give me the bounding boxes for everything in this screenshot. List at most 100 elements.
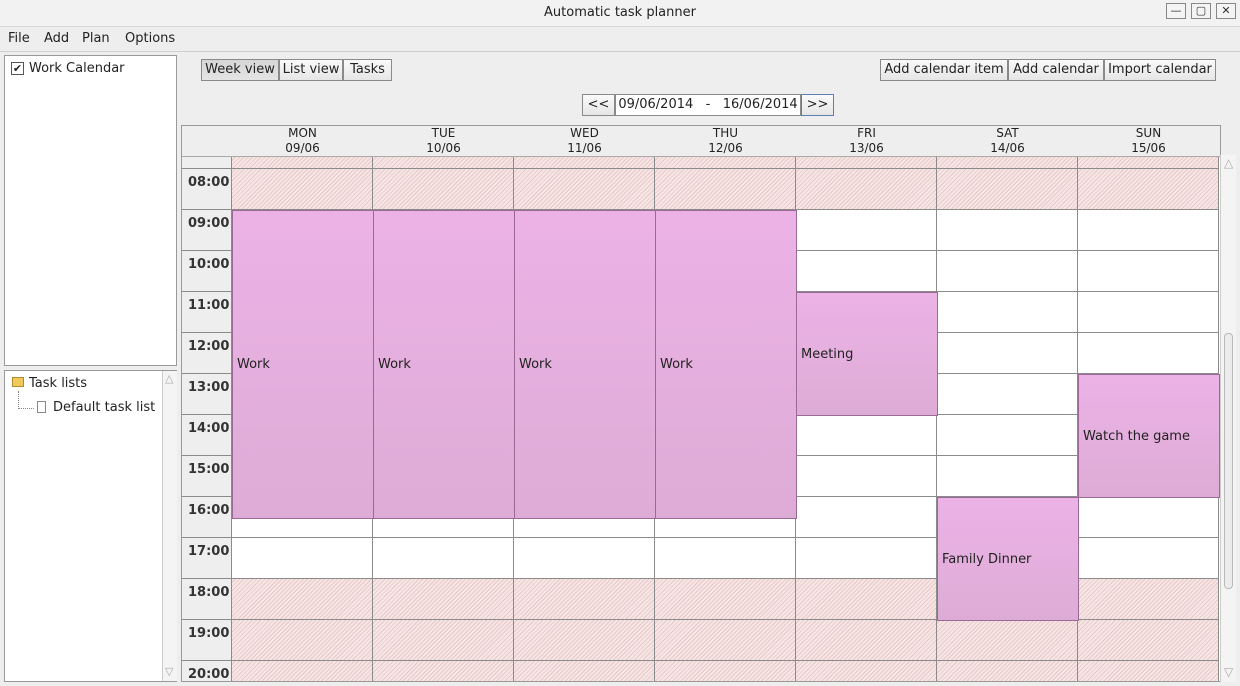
time-slot[interactable] <box>655 661 796 681</box>
time-slot[interactable] <box>1078 497 1219 538</box>
time-slot[interactable] <box>1078 579 1219 620</box>
tab-list-view[interactable]: List view <box>279 59 343 81</box>
time-slot[interactable] <box>1078 538 1219 579</box>
day-name: WED <box>570 126 599 140</box>
next-week-button[interactable]: >> <box>801 94 834 116</box>
time-slot[interactable] <box>937 210 1078 251</box>
time-slot[interactable] <box>937 251 1078 292</box>
maximize-button[interactable]: ▢ <box>1191 3 1211 19</box>
calendar-event[interactable]: Family Dinner <box>937 497 1079 621</box>
calendar-event[interactable]: Meeting <box>796 292 938 416</box>
time-slot[interactable] <box>937 374 1078 415</box>
calendar-event[interactable]: Work <box>655 210 797 519</box>
minimize-button[interactable]: — <box>1166 3 1186 19</box>
time-slot[interactable] <box>655 157 796 169</box>
time-slot[interactable] <box>514 620 655 661</box>
time-slot[interactable] <box>796 538 937 579</box>
time-slot[interactable] <box>1078 333 1219 374</box>
time-slot[interactable] <box>514 169 655 210</box>
time-slot[interactable] <box>937 292 1078 333</box>
scroll-down-icon[interactable]: ▽ <box>1224 665 1233 679</box>
time-slot[interactable] <box>232 661 373 681</box>
time-slot[interactable] <box>796 169 937 210</box>
time-slot[interactable] <box>232 538 373 579</box>
work-calendar-checkbox[interactable]: ✔ <box>11 62 24 75</box>
scroll-up-icon[interactable]: △ <box>1224 156 1233 170</box>
calendar-event[interactable]: Watch the game <box>1078 374 1220 498</box>
day-name: TUE <box>431 126 456 140</box>
time-slot[interactable] <box>937 169 1078 210</box>
time-slot[interactable] <box>514 157 655 169</box>
scroll-down-icon[interactable]: ▽ <box>165 665 173 678</box>
tab-tasks[interactable]: Tasks <box>343 59 392 81</box>
time-slot[interactable] <box>232 157 373 169</box>
time-slot[interactable] <box>232 169 373 210</box>
time-slot[interactable] <box>655 579 796 620</box>
day-header: FRI 13/06 <box>796 126 937 156</box>
time-slot[interactable] <box>373 579 514 620</box>
time-slot[interactable] <box>1078 169 1219 210</box>
time-slot[interactable] <box>937 661 1078 681</box>
time-slot[interactable] <box>232 620 373 661</box>
time-slot[interactable] <box>373 661 514 681</box>
day-name: FRI <box>857 126 876 140</box>
time-slot[interactable] <box>937 157 1078 169</box>
time-slot[interactable] <box>796 157 937 169</box>
time-slot[interactable] <box>796 415 937 456</box>
time-slot[interactable] <box>796 497 937 538</box>
work-calendar-label[interactable]: Work Calendar <box>29 61 125 76</box>
menu-add[interactable]: Add <box>44 31 69 46</box>
tab-week-view[interactable]: Week view <box>201 59 279 81</box>
time-slot[interactable] <box>232 579 373 620</box>
menu-options[interactable]: Options <box>125 31 175 46</box>
time-slot[interactable] <box>1078 620 1219 661</box>
tree-scrollbar[interactable]: △ ▽ <box>162 371 177 681</box>
import-calendar-button[interactable]: Import calendar <box>1104 59 1216 81</box>
grid-scrollbar[interactable]: △ ▽ <box>1220 155 1236 682</box>
time-slot[interactable] <box>1078 292 1219 333</box>
time-slot[interactable] <box>1078 251 1219 292</box>
time-slot[interactable] <box>796 620 937 661</box>
task-tree-panel: Task lists Default task list △ ▽ <box>4 370 177 682</box>
scroll-thumb[interactable] <box>1224 333 1233 589</box>
time-slot[interactable] <box>373 620 514 661</box>
time-slot[interactable] <box>937 333 1078 374</box>
calendar-event[interactable]: Work <box>373 210 515 519</box>
close-button[interactable]: ✕ <box>1216 3 1236 19</box>
time-slot[interactable] <box>1078 210 1219 251</box>
add-calendar-item-button[interactable]: Add calendar item <box>880 59 1008 81</box>
time-slot[interactable] <box>937 415 1078 456</box>
calendar-event[interactable]: Work <box>514 210 656 519</box>
time-slot[interactable] <box>514 538 655 579</box>
time-slot[interactable] <box>514 661 655 681</box>
time-slot[interactable] <box>514 579 655 620</box>
time-slot[interactable] <box>796 210 937 251</box>
event-label: Work <box>378 356 411 372</box>
scroll-up-icon[interactable]: △ <box>165 372 173 385</box>
menu-plan[interactable]: Plan <box>82 31 110 46</box>
menu-file[interactable]: File <box>8 31 30 46</box>
time-slot[interactable] <box>655 620 796 661</box>
action-buttons: Add calendar item Add calendar Import ca… <box>880 59 1216 81</box>
default-task-list-item[interactable]: Default task list <box>53 400 155 415</box>
time-slot[interactable] <box>1078 157 1219 169</box>
time-slot[interactable] <box>796 251 937 292</box>
time-slot[interactable] <box>655 538 796 579</box>
time-slot[interactable] <box>937 620 1078 661</box>
prev-week-button[interactable]: << <box>582 94 615 116</box>
task-lists-root[interactable]: Task lists <box>29 376 87 391</box>
time-slot[interactable] <box>373 169 514 210</box>
time-slot[interactable] <box>655 169 796 210</box>
time-slot[interactable] <box>796 456 937 497</box>
time-slot[interactable] <box>796 661 937 681</box>
time-slot[interactable] <box>937 456 1078 497</box>
time-slot[interactable] <box>373 157 514 169</box>
add-calendar-button[interactable]: Add calendar <box>1008 59 1104 81</box>
day-date: 11/06 <box>567 141 602 155</box>
event-label: Family Dinner <box>942 551 1032 567</box>
time-slot[interactable] <box>1078 661 1219 681</box>
day-header: TUE 10/06 <box>373 126 514 156</box>
time-slot[interactable] <box>373 538 514 579</box>
time-slot[interactable] <box>796 579 937 620</box>
calendar-event[interactable]: Work <box>232 210 374 519</box>
